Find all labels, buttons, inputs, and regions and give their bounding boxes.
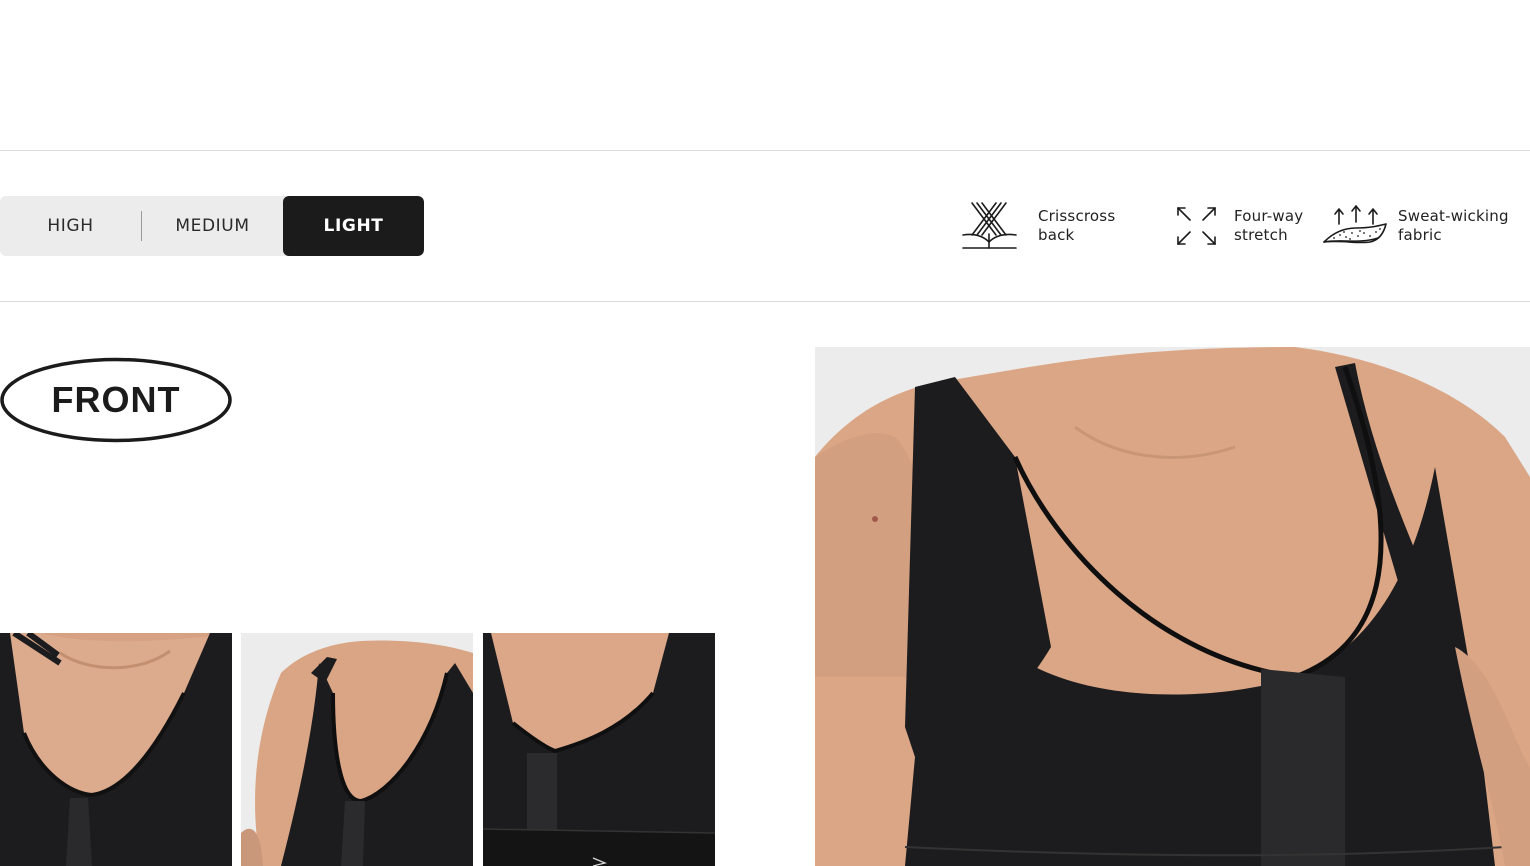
support-option-light-label: LIGHT xyxy=(323,216,384,236)
crisscross-back-icon xyxy=(962,202,1017,249)
front-view-label: FRONT xyxy=(51,379,181,420)
product-main-image[interactable] xyxy=(815,347,1530,866)
thumbnail-2-image xyxy=(241,633,473,866)
top-divider xyxy=(0,150,1530,151)
feature-wicking-line2: fabric xyxy=(1398,226,1442,244)
support-option-medium-label: MEDIUM xyxy=(175,216,250,236)
support-option-high[interactable]: HIGH xyxy=(0,196,141,256)
feature-stretch-line2: stretch xyxy=(1234,226,1288,244)
feature-crisscross-text: Crisscross back xyxy=(1038,207,1115,245)
support-level-toggle: HIGH MEDIUM LIGHT xyxy=(0,196,424,256)
feature-stretch-text: Four-way stretch xyxy=(1234,207,1303,245)
support-option-high-label: HIGH xyxy=(47,216,94,236)
feature-four-way-stretch: Four-way stretch xyxy=(1170,200,1303,252)
support-option-light[interactable]: LIGHT xyxy=(283,196,424,256)
feature-crisscross-line1: Crisscross xyxy=(1038,207,1116,225)
thumbnail-3-image xyxy=(483,633,715,866)
feature-wicking-line1: Sweat-wicking xyxy=(1398,207,1509,225)
feature-stretch-line1: Four-way xyxy=(1234,207,1304,225)
support-option-medium[interactable]: MEDIUM xyxy=(142,196,283,256)
feature-crisscross-line2: back xyxy=(1038,226,1075,244)
thumbnail-1-image xyxy=(0,633,232,866)
front-view-badge: FRONT xyxy=(0,357,232,443)
sweat-wicking-icon xyxy=(1323,205,1387,244)
four-way-stretch-icon xyxy=(1177,207,1216,245)
product-thumbnail-2[interactable] xyxy=(241,633,473,866)
product-feature-page: HIGH MEDIUM LIGHT Crisscross back Four-w… xyxy=(0,0,1530,866)
bottom-divider xyxy=(0,301,1530,302)
product-thumbnail-3[interactable] xyxy=(483,633,715,866)
feature-wicking-text: Sweat-wicking fabric xyxy=(1398,207,1509,245)
feature-crisscross-back: Crisscross back xyxy=(958,200,1115,252)
product-thumbnail-1[interactable] xyxy=(0,633,232,866)
main-image-graphic xyxy=(815,347,1530,866)
feature-sweat-wicking: Sweat-wicking fabric xyxy=(1320,200,1509,252)
